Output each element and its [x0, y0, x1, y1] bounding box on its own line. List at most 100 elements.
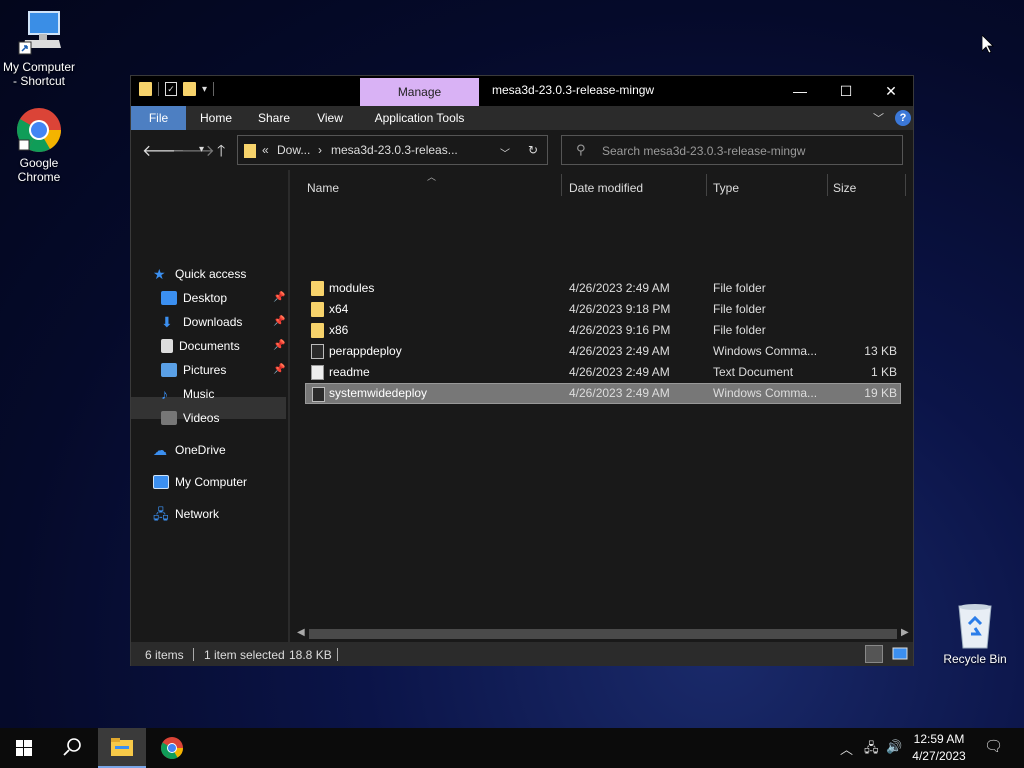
breadcrumb-downloads[interactable]: Dow...	[277, 143, 310, 157]
recycle-bin-icon	[951, 602, 999, 650]
tab-application-tools[interactable]: Application Tools	[360, 106, 479, 130]
forward-arrow-icon[interactable]: 🡒	[172, 140, 215, 161]
details-view-icon[interactable]	[865, 645, 883, 663]
network-status-icon[interactable]: 🖧	[864, 739, 879, 761]
minimize-button[interactable]: —	[777, 76, 823, 106]
scrollbar-thumb[interactable]	[309, 629, 897, 639]
nav-item-pictures[interactable]: Pictures	[161, 359, 226, 381]
column-header-date-modified[interactable]: Date modified	[569, 178, 643, 198]
close-button[interactable]: ✕	[868, 76, 914, 106]
search-input[interactable]: Search mesa3d-23.0.3-release-mingw	[602, 144, 805, 158]
table-row[interactable]: perappdeploy 4/26/2023 2:49 AM Windows C…	[305, 341, 901, 362]
navigation-pane: ★ Quick access Desktop 📌 ⬇ Downloads 📌 D…	[131, 170, 287, 642]
scroll-left-icon[interactable]: ◀	[297, 627, 305, 638]
nav-item-downloads[interactable]: ⬇ Downloads	[161, 311, 242, 333]
up-arrow-icon[interactable]: 🡑	[217, 140, 225, 167]
pane-splitter[interactable]	[288, 170, 290, 642]
maximize-button[interactable]: ☐	[823, 76, 869, 106]
desktop-icon-recycle-bin[interactable]: Recycle Bin	[936, 602, 1014, 666]
computer-icon	[153, 475, 169, 489]
volume-icon[interactable]: 🔊	[886, 739, 902, 755]
pin-icon[interactable]: 📌	[273, 340, 285, 351]
nav-item-label: Documents	[179, 339, 240, 353]
file-list: ︿ Name Date modified Type Size modules 4…	[291, 170, 913, 626]
breadcrumb-overflow[interactable]: «	[262, 143, 269, 157]
nav-item-network[interactable]: 🖧 Network	[153, 503, 219, 525]
video-icon	[161, 411, 177, 425]
column-header-size[interactable]: Size	[833, 178, 856, 198]
pin-icon[interactable]: 📌	[273, 316, 285, 327]
show-hidden-icons-icon[interactable]: ︿	[840, 739, 853, 758]
desktop-icon-chrome[interactable]: Google Chrome	[0, 106, 78, 184]
explorer-window: ✓ ▾ Manage mesa3d-23.0.3-release-mingw —…	[130, 75, 914, 666]
file-date: 4/26/2023 2:49 AM	[569, 281, 670, 295]
taskbar-search-button[interactable]	[48, 728, 96, 768]
nav-item-label: Music	[183, 387, 215, 401]
clock-date: 4/27/2023	[912, 749, 966, 763]
refresh-icon[interactable]: ↻	[528, 143, 538, 157]
desktop-icon-label: My Computer	[2, 60, 76, 74]
nav-item-onedrive[interactable]: ☁ OneDrive	[153, 439, 226, 461]
tab-view[interactable]: View	[306, 106, 354, 130]
title-bar[interactable]: ✓ ▾ Manage mesa3d-23.0.3-release-mingw —…	[131, 76, 913, 106]
file-size: 1 KB	[870, 365, 897, 379]
tab-share[interactable]: Share	[248, 106, 300, 130]
table-row[interactable]: x64 4/26/2023 9:18 PM File folder	[305, 299, 901, 320]
search-box[interactable]: ⚲ Search mesa3d-23.0.3-release-mingw	[561, 135, 903, 165]
tab-home[interactable]: Home	[190, 106, 242, 130]
expand-ribbon-icon[interactable]: ﹀	[873, 110, 884, 126]
table-row[interactable]: x86 4/26/2023 9:16 PM File folder	[305, 320, 901, 341]
column-header-name[interactable]: Name	[307, 178, 339, 198]
folder-icon	[244, 144, 256, 158]
nav-item-documents[interactable]: Documents	[161, 335, 240, 357]
taskbar: ︿ 🖧 🔊 12:59 AM 4/27/2023 🗨	[0, 728, 1024, 768]
status-bar: 6 items 1 item selected 18.8 KB	[131, 642, 913, 666]
folder-icon	[139, 82, 152, 96]
desktop-icon-label: Google	[19, 156, 59, 170]
pin-icon[interactable]: 📌	[273, 292, 285, 303]
table-row[interactable]: modules 4/26/2023 2:49 AM File folder	[305, 278, 901, 299]
table-row-selected[interactable]: systemwidedeploy 4/26/2023 2:49 AM Windo…	[305, 383, 901, 404]
tab-manage[interactable]: Manage	[360, 78, 479, 106]
command-script-icon	[311, 344, 324, 359]
large-icons-view-icon[interactable]	[891, 645, 909, 663]
file-name: x64	[329, 302, 349, 316]
new-folder-icon[interactable]	[183, 82, 196, 96]
taskbar-file-explorer[interactable]	[98, 728, 146, 768]
breadcrumb-current[interactable]: mesa3d-23.0.3-releas...	[331, 143, 458, 157]
system-clock[interactable]: 12:59 AM 4/27/2023	[908, 731, 970, 765]
file-name: systemwidedeploy	[329, 386, 428, 400]
action-center-icon[interactable]: 🗨	[984, 737, 1003, 755]
address-dropdown-icon[interactable]: ﹀	[500, 145, 510, 160]
nav-item-quick-access[interactable]: ★ Quick access	[153, 263, 246, 285]
star-icon: ★	[153, 266, 166, 282]
customize-toolbar-icon[interactable]: ▾	[202, 84, 207, 95]
help-icon[interactable]: ?	[895, 110, 911, 126]
properties-icon[interactable]: ✓	[165, 82, 177, 96]
nav-item-desktop[interactable]: Desktop	[161, 287, 227, 309]
file-date: 4/26/2023 2:49 AM	[569, 344, 670, 358]
address-bar[interactable]: « Dow... › mesa3d-23.0.3-releas... ﹀ ↻	[237, 135, 548, 165]
tab-file[interactable]: File	[131, 106, 186, 130]
file-size: 13 KB	[864, 344, 897, 358]
nav-item-music[interactable]: ♪ Music	[161, 383, 214, 405]
nav-item-videos[interactable]: Videos	[161, 407, 219, 429]
breadcrumb-separator[interactable]: ›	[318, 143, 322, 157]
pin-icon[interactable]: 📌	[273, 364, 285, 375]
desktop-icon-label: Chrome	[17, 170, 61, 184]
scroll-right-icon[interactable]: ▶	[901, 627, 909, 638]
nav-item-my-computer[interactable]: My Computer	[153, 471, 247, 493]
horizontal-scrollbar[interactable]: ◀ ▶	[293, 626, 913, 642]
text-file-icon	[311, 365, 324, 380]
recent-locations-icon[interactable]: ▾	[199, 144, 204, 155]
music-icon: ♪	[161, 386, 168, 402]
file-name: x86	[329, 323, 349, 337]
start-button[interactable]	[0, 728, 48, 768]
file-date: 4/26/2023 2:49 AM	[569, 365, 670, 379]
file-type: Windows Comma...	[713, 386, 818, 400]
taskbar-chrome[interactable]	[148, 728, 196, 768]
column-header-type[interactable]: Type	[713, 178, 739, 198]
table-row[interactable]: readme 4/26/2023 2:49 AM Text Document 1…	[305, 362, 901, 383]
desktop-icon-my-computer[interactable]: My Computer - Shortcut	[0, 10, 78, 88]
desktop-icon	[161, 291, 177, 305]
